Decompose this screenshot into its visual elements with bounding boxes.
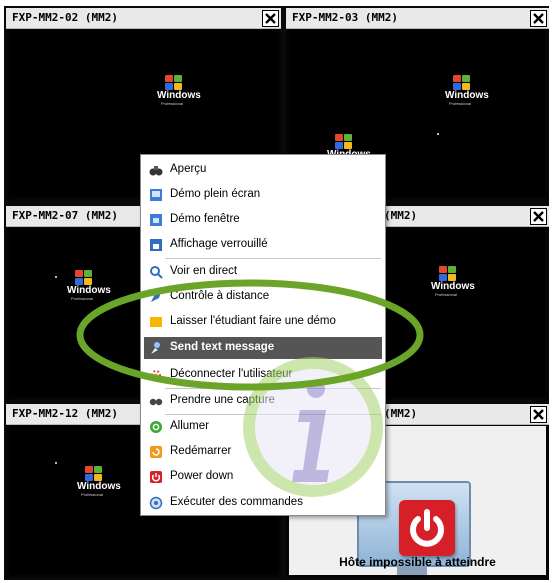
windows-logo: Windows Professional bbox=[431, 266, 475, 302]
windows-wordmark: Windows bbox=[445, 90, 489, 101]
menu-item-run-commands[interactable]: Exécuter des commandes bbox=[144, 492, 382, 514]
demo-fullscreen-icon bbox=[149, 188, 163, 202]
menu-item-student-demo[interactable]: Laisser l'étudiant faire une démo bbox=[144, 311, 382, 333]
restart-icon bbox=[149, 445, 163, 459]
windows-wordmark: Windows bbox=[431, 281, 475, 292]
windows-edition: Professional bbox=[161, 101, 184, 106]
menu-item-power-on[interactable]: Allumer bbox=[144, 416, 382, 438]
binoculars-icon bbox=[149, 163, 163, 177]
menu-item-label: Allumer bbox=[170, 420, 209, 432]
offline-status: Hôte impossible à atteindre bbox=[339, 555, 496, 569]
menu-item-power-down[interactable]: Power down bbox=[144, 466, 382, 488]
lock-screen-icon bbox=[149, 238, 163, 252]
tile-title: FXP-MM2-12 (MM2) bbox=[12, 407, 118, 420]
close-icon[interactable] bbox=[530, 208, 547, 225]
windows-logo: Windows Professional bbox=[157, 75, 201, 111]
tile-header: FXP-MM2-02 (MM2) bbox=[6, 8, 281, 29]
menu-item-label: Prendre une capture bbox=[170, 394, 275, 406]
menu-separator bbox=[165, 388, 381, 389]
menu-item-logoff[interactable]: Déconnecter l'utilisateur bbox=[144, 364, 382, 386]
menu-item-demo-fullscreen[interactable]: Démo plein écran bbox=[144, 184, 382, 206]
student-demo-icon bbox=[149, 315, 163, 329]
menu-item-label: Exécuter des commandes bbox=[170, 496, 303, 508]
menu-item-screenshot[interactable]: Prendre une capture bbox=[144, 390, 382, 412]
close-icon[interactable] bbox=[262, 10, 279, 27]
close-icon[interactable] bbox=[530, 10, 547, 27]
tile-title: FXP-MM2-03 (MM2) bbox=[292, 11, 398, 24]
menu-separator bbox=[165, 414, 381, 415]
menu-item-label: Aperçu bbox=[170, 163, 207, 175]
tile-title: (MM2) bbox=[384, 209, 418, 222]
close-icon[interactable] bbox=[530, 406, 547, 423]
menu-item-label: Affichage verrouillé bbox=[170, 238, 268, 250]
menu-item-label: Démo plein écran bbox=[170, 188, 261, 200]
camera-icon bbox=[149, 394, 163, 408]
windows-edition: Professional bbox=[449, 101, 472, 106]
menu-item-label: Déconnecter l'utilisateur bbox=[170, 368, 293, 380]
menu-item-label: Laisser l'étudiant faire une démo bbox=[170, 315, 336, 327]
menu-item-demo-window[interactable]: Démo fenêtre bbox=[144, 209, 382, 231]
windows-wordmark: Windows bbox=[77, 481, 121, 492]
menu-item-send-text-message[interactable]: Send text message bbox=[144, 337, 382, 359]
tile-title: (MM2) bbox=[384, 407, 418, 420]
windows-logo: Windows Professional bbox=[67, 270, 111, 306]
windows-edition: Professional bbox=[435, 292, 458, 297]
windows-edition: Professional bbox=[71, 296, 94, 301]
windows-logo: Windows Professional bbox=[445, 75, 489, 111]
menu-item-label: Power down bbox=[170, 470, 234, 482]
menu-item-live-view[interactable]: Voir en direct bbox=[144, 261, 382, 283]
message-icon bbox=[149, 341, 163, 355]
tile-title: FXP-MM2-07 (MM2) bbox=[12, 209, 118, 222]
menu-item-label: Redémarrer bbox=[170, 445, 232, 457]
demo-window-icon bbox=[149, 213, 163, 227]
power-on-icon bbox=[149, 420, 163, 434]
windows-logo: Windows Professional bbox=[77, 466, 121, 502]
power-icon bbox=[399, 500, 455, 556]
menu-item-restart[interactable]: Redémarrer bbox=[144, 441, 382, 463]
windows-edition: Professional bbox=[81, 492, 104, 497]
menu-separator bbox=[165, 258, 381, 259]
run-commands-icon bbox=[149, 496, 163, 510]
windows-wordmark: Windows bbox=[67, 285, 111, 296]
menu-item-label: Voir en direct bbox=[170, 265, 238, 277]
context-menu: Aperçu Démo plein écran Démo fenêtre Aff… bbox=[140, 154, 386, 516]
windows-wordmark: Windows bbox=[157, 90, 201, 101]
menu-item-label: Send text message bbox=[170, 341, 275, 353]
menu-item-remote-control[interactable]: Contrôle à distance bbox=[144, 286, 382, 308]
menu-item-label: Démo fenêtre bbox=[170, 213, 240, 225]
tile-header: FXP-MM2-03 (MM2) bbox=[286, 8, 549, 29]
power-down-icon bbox=[149, 470, 163, 484]
menu-item-preview[interactable]: Aperçu bbox=[144, 159, 382, 181]
remote-control-icon bbox=[149, 290, 163, 304]
menu-item-lock-screen[interactable]: Affichage verrouillé bbox=[144, 234, 382, 256]
menu-item-label: Contrôle à distance bbox=[170, 290, 270, 302]
tile-title: FXP-MM2-02 (MM2) bbox=[12, 11, 118, 24]
magnifier-icon bbox=[149, 265, 163, 279]
logoff-icon bbox=[149, 368, 163, 382]
